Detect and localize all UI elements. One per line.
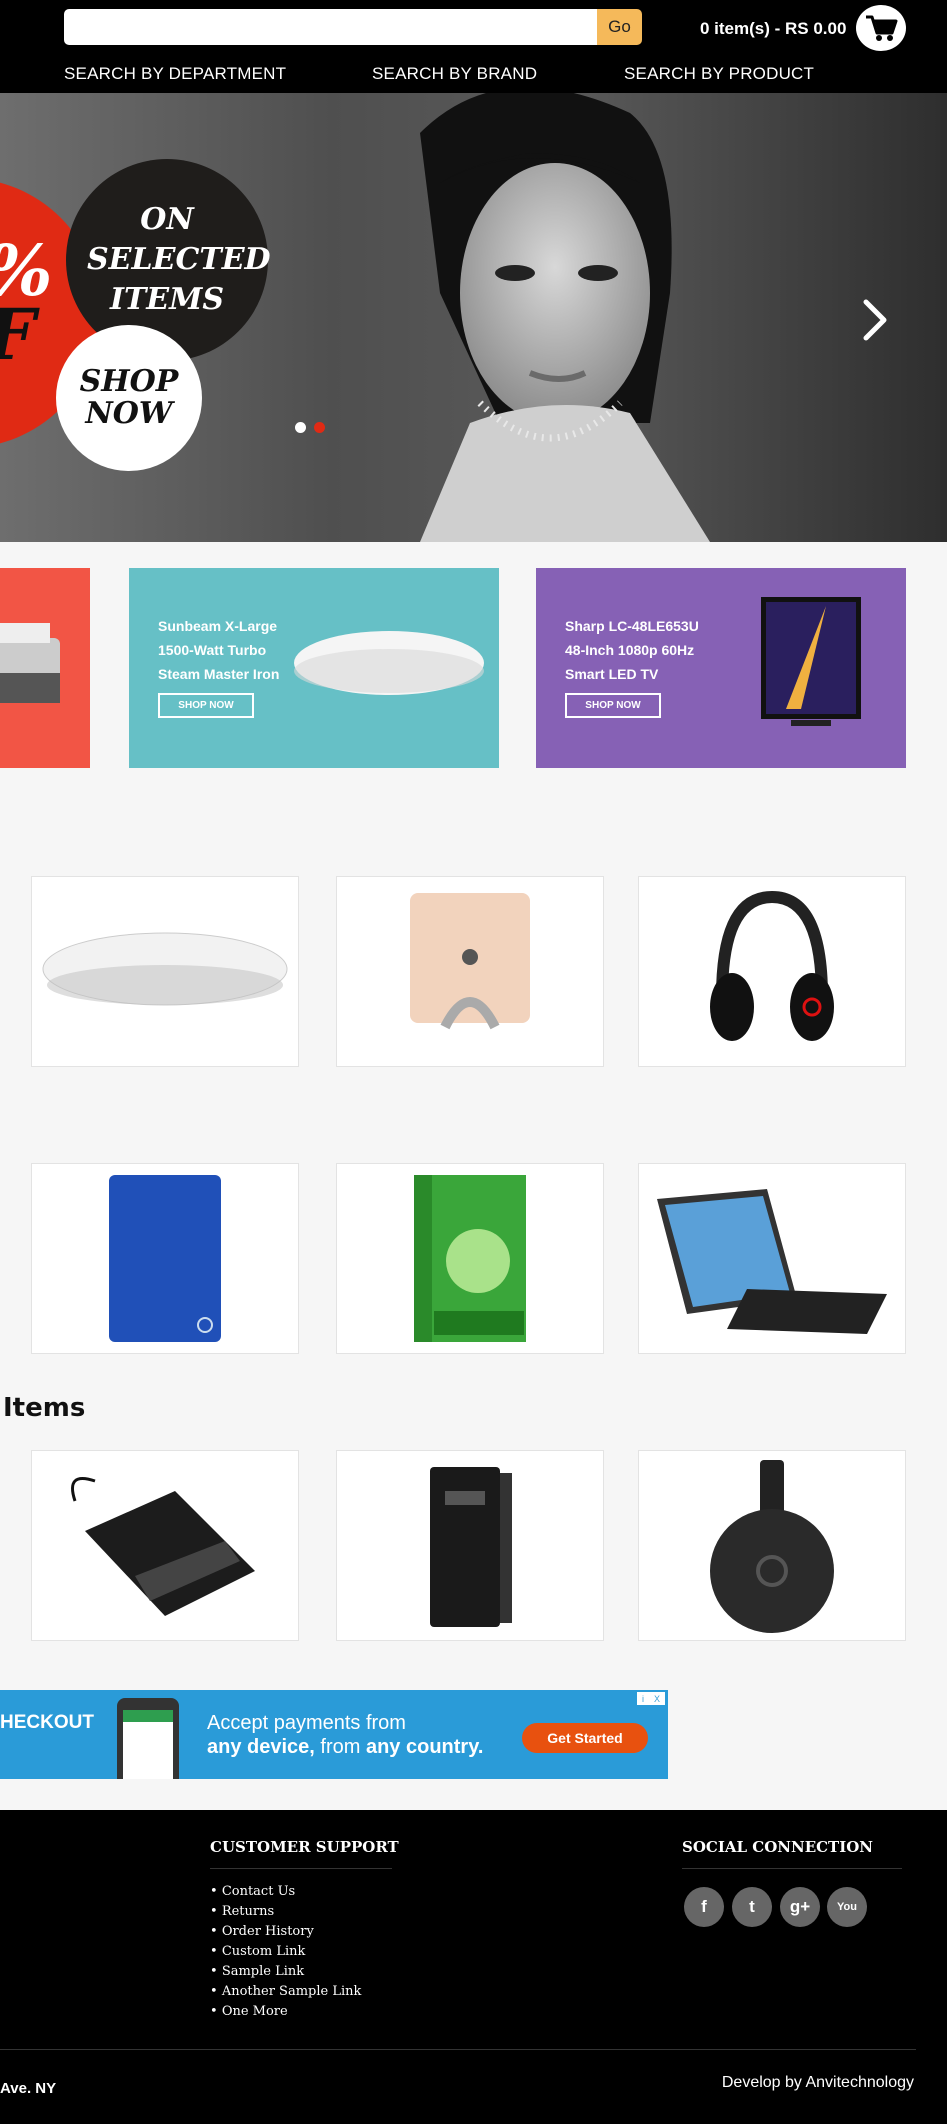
tv-image xyxy=(761,597,861,726)
product-card[interactable] xyxy=(336,1163,604,1354)
footer-address: Ave. NY xyxy=(0,2080,57,2097)
ad-emphasis: any device, xyxy=(207,1736,315,1758)
promo-banner-printer[interactable] xyxy=(0,568,90,768)
close-icon[interactable]: X xyxy=(654,1694,660,1704)
youtube-icon[interactable]: You xyxy=(827,1887,867,1927)
divider xyxy=(0,2049,916,2050)
product-card[interactable] xyxy=(31,1163,299,1354)
footer-link-label: One More xyxy=(221,2004,288,2019)
headphones-image xyxy=(710,890,834,1041)
shop-now-button[interactable]: SHOP NOW xyxy=(56,325,202,471)
model-portrait-image xyxy=(420,93,710,542)
footer-link-label: Custom Link xyxy=(221,1944,306,1959)
promo-shop-now-button[interactable]: SHOP NOW xyxy=(158,693,254,718)
footer-link-one-more[interactable]: • One More xyxy=(210,2002,361,2022)
google-plus-icon[interactable]: g+ xyxy=(780,1887,820,1927)
magic-mouse-image xyxy=(42,932,288,1005)
external-dvd-drive-image xyxy=(71,1476,255,1616)
printer-image xyxy=(0,623,60,703)
hero-slider: % F ON SELECTED ITEMS SHOP NOW xyxy=(0,93,947,542)
footer-link-label: Order History xyxy=(221,1924,314,1939)
product-card[interactable] xyxy=(336,876,604,1067)
selected-items-badge: ON SELECTED ITEMS xyxy=(66,159,271,361)
footer-link-label: Contact Us xyxy=(221,1884,296,1899)
footer-link-label: Sample Link xyxy=(221,1964,305,1979)
external-hard-drive-image xyxy=(109,1175,221,1342)
ad-checkout-text: HECKOUT xyxy=(0,1712,94,1733)
developer-credit: Develop by Anvitechnology xyxy=(721,2074,914,2091)
customer-support-heading: CUSTOMER SUPPORT xyxy=(210,1838,399,1856)
ad-choices[interactable]: i X xyxy=(637,1692,665,1705)
nav-search-by-product[interactable]: SEARCH BY PRODUCT xyxy=(624,64,814,84)
product-card[interactable] xyxy=(638,1163,906,1354)
chevron-right-icon[interactable] xyxy=(860,298,890,342)
footer-link-label: Returns xyxy=(221,1904,275,1919)
ad-headline-line2: any device, from any country. xyxy=(207,1735,483,1759)
product-card[interactable] xyxy=(31,1450,299,1641)
nav-search-by-brand[interactable]: SEARCH BY BRAND xyxy=(372,64,537,84)
laptop-stand-image xyxy=(410,892,530,1029)
product-card[interactable] xyxy=(638,876,906,1067)
promo-line: Smart LED TV xyxy=(565,666,659,682)
footer-link-label: Another Sample Link xyxy=(221,1984,362,1999)
shop-now-label: SHOP NOW xyxy=(79,364,179,431)
promo-banner-sharp-tv[interactable]: Sharp LC-48LE653U 48-Inch 1080p 60Hz Sma… xyxy=(536,568,906,768)
ad-headline-line1: Accept payments from xyxy=(207,1712,406,1734)
promo-title: Sharp LC-48LE653U xyxy=(565,618,699,634)
divider xyxy=(682,1868,902,1869)
footer-link-custom[interactable]: • Custom Link xyxy=(210,1942,361,1962)
mouse-image xyxy=(294,631,484,695)
apc-ups-image xyxy=(430,1466,512,1627)
tablet-keyboard-image xyxy=(657,1188,887,1334)
ad-emphasis: any country. xyxy=(365,1736,484,1758)
footer-link-another-sample[interactable]: • Another Sample Link xyxy=(210,1982,361,2002)
quick-heal-box-image xyxy=(414,1175,526,1342)
product-card[interactable] xyxy=(31,876,299,1067)
section-title: Items xyxy=(3,1393,86,1423)
product-card[interactable] xyxy=(638,1450,906,1641)
promo-line: 48-Inch 1080p 60Hz xyxy=(565,642,695,658)
footer-link-returns[interactable]: • Returns xyxy=(210,1902,361,1922)
support-links: • Contact Us • Returns • Order History •… xyxy=(210,1882,361,2022)
promo-line: Steam Master Iron xyxy=(158,666,280,682)
slide-dot-2-active[interactable] xyxy=(314,422,325,433)
promo-banner-sunbeam[interactable]: Sunbeam X-Large 1500-Watt Turbo Steam Ma… xyxy=(129,568,499,768)
footer-link-contact-us[interactable]: • Contact Us xyxy=(210,1882,361,1902)
shopping-cart-icon[interactable] xyxy=(856,5,906,51)
divider xyxy=(210,1868,392,1869)
ad-connector: from xyxy=(314,1736,366,1758)
promo-title: Sunbeam X-Large xyxy=(158,618,278,634)
product-card[interactable] xyxy=(336,1450,604,1641)
badge-text: ON SELECTED ITEMS xyxy=(87,202,271,317)
social-connection-heading: SOCIAL CONNECTION xyxy=(682,1838,874,1856)
promo-line: 1500-Watt Turbo xyxy=(158,642,267,658)
phone-image xyxy=(117,1698,179,1779)
cart-summary[interactable]: 0 item(s) - RS 0.00 xyxy=(700,19,846,39)
discount-off-text: F xyxy=(0,300,36,370)
nav-search-by-department[interactable]: SEARCH BY DEPARTMENT xyxy=(64,64,286,84)
ad-get-started-button[interactable]: Get Started xyxy=(522,1723,648,1753)
info-icon[interactable]: i xyxy=(642,1694,644,1704)
footer-link-order-history[interactable]: • Order History xyxy=(210,1922,361,1942)
chromecast-image xyxy=(710,1459,834,1633)
slide-dot-1[interactable] xyxy=(295,422,306,433)
promo-shop-now-button[interactable]: SHOP NOW xyxy=(565,693,661,718)
search-input[interactable] xyxy=(64,9,598,45)
search-go-button[interactable]: Go xyxy=(597,9,642,45)
twitter-icon[interactable]: t xyxy=(732,1887,772,1927)
facebook-icon[interactable]: f xyxy=(684,1887,724,1927)
ad-banner[interactable]: HECKOUT Accept payments from any device,… xyxy=(0,1690,668,1779)
footer-link-sample[interactable]: • Sample Link xyxy=(210,1962,361,1982)
